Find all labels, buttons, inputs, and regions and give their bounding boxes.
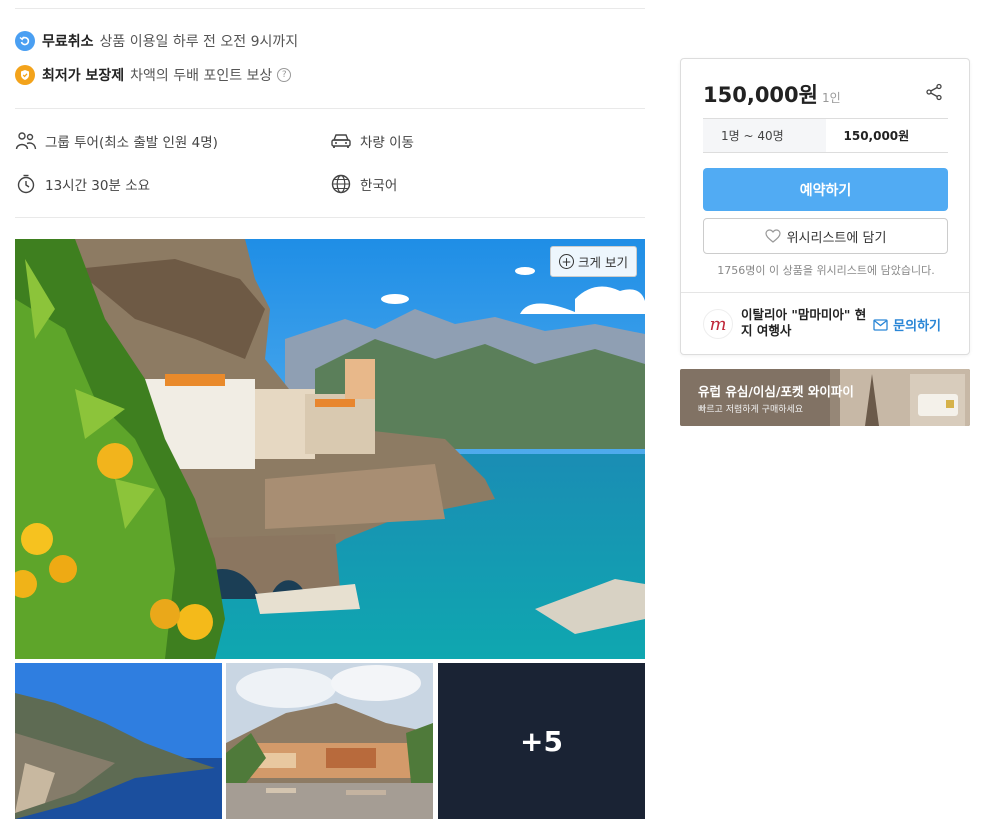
help-icon[interactable]: ? xyxy=(277,68,292,82)
positano-photo xyxy=(226,663,433,819)
price-unit: 1인 xyxy=(821,91,841,105)
heart-icon xyxy=(764,229,781,243)
thumbnail-2[interactable] xyxy=(226,663,433,819)
feature-label: 그룹 투어(최소 출발 인원 4명) xyxy=(45,135,218,151)
lowest-price-policy: 최저가 보장제 차액의 두배 포인트 보상 ? xyxy=(15,65,292,85)
wishlist-count-text: 1756명이 이 상품을 위시리스트에 담았습니다. xyxy=(717,264,935,277)
price-range-table: 1명 ~ 40명 150,000원 xyxy=(703,118,948,153)
more-photos-count: +5 xyxy=(438,663,645,819)
feature-language: 한국어 xyxy=(330,174,397,194)
shield-icon xyxy=(15,65,35,85)
inquiry-label: 문의하기 xyxy=(893,319,941,334)
thumbnail-1[interactable] xyxy=(15,663,222,819)
amalfi-coast-photo xyxy=(15,239,645,659)
inquiry-button[interactable]: 문의하기 xyxy=(873,315,941,334)
feature-label: 13시간 30분 소요 xyxy=(45,178,151,194)
policy-title: 무료취소 xyxy=(42,34,94,50)
range-label: 1명 ~ 40명 xyxy=(703,119,826,152)
banner-title: 유럽 유심/이심/포켓 와이파이 xyxy=(698,384,854,399)
esim-promo-banner[interactable]: 유럽 유심/이심/포켓 와이파이 빠르고 저렴하게 구매하세요 xyxy=(680,369,970,426)
agency-logo: m xyxy=(703,309,733,339)
range-price: 150,000원 xyxy=(843,129,910,143)
feature-label: 한국어 xyxy=(360,178,398,194)
globe-icon xyxy=(331,174,351,194)
zoom-button[interactable]: + 크게 보기 xyxy=(550,246,637,277)
car-icon xyxy=(331,134,351,148)
zoom-label: 크게 보기 xyxy=(578,255,628,270)
price: 150,000원 xyxy=(703,83,818,107)
policy-title: 최저가 보장제 xyxy=(42,68,125,84)
policy-text: 상품 이용일 하루 전 오전 9시까지 xyxy=(99,34,299,50)
zoom-plus-icon: + xyxy=(559,254,575,269)
timer-icon xyxy=(17,174,35,194)
book-button[interactable]: 예약하기 xyxy=(703,168,948,211)
feature-label: 차량 이동 xyxy=(360,135,414,151)
policy-text: 차액의 두배 포인트 보상 xyxy=(130,68,273,84)
group-icon xyxy=(15,132,37,150)
booking-panel: 150,000원 1인 1명 ~ 40명 150,000원 예약하기 위시리스트… xyxy=(680,58,970,355)
banner-subtitle: 빠르고 저렴하게 구매하세요 xyxy=(698,405,804,415)
refresh-icon xyxy=(15,31,35,51)
divider xyxy=(15,108,645,109)
divider xyxy=(15,8,645,9)
thumbnail-more[interactable]: +5 xyxy=(438,663,645,819)
mail-icon xyxy=(873,318,888,331)
agency-name[interactable]: 이탈리아 "맘마미아" 현지 여행사 xyxy=(741,307,871,339)
wishlist-label: 위시리스트에 담기 xyxy=(786,230,887,246)
feature-duration: 13시간 30분 소요 xyxy=(15,174,150,194)
price-row: 150,000원 1인 xyxy=(703,79,841,109)
divider xyxy=(681,292,969,293)
share-icon[interactable] xyxy=(925,83,943,105)
feature-group-tour: 그룹 투어(최소 출발 인원 4명) xyxy=(15,131,218,151)
feature-vehicle: 차량 이동 xyxy=(330,131,414,151)
main-photo[interactable]: + 크게 보기 xyxy=(15,239,645,659)
wishlist-button[interactable]: 위시리스트에 담기 xyxy=(703,218,948,254)
divider xyxy=(15,217,645,218)
free-cancel-policy: 무료취소 상품 이용일 하루 전 오전 9시까지 xyxy=(15,31,298,51)
coastline-photo xyxy=(15,663,222,819)
